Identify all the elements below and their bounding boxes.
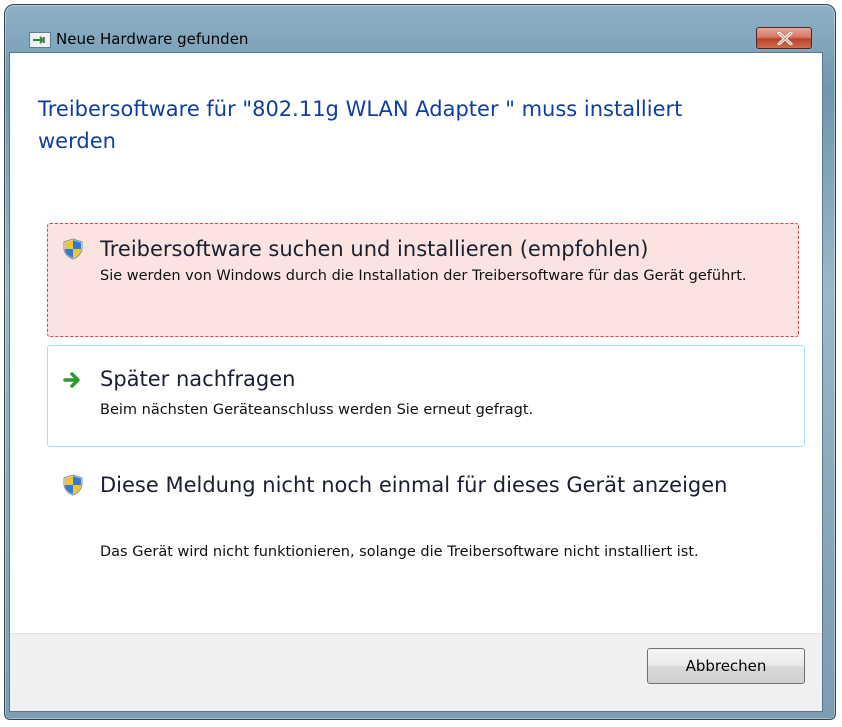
close-button[interactable] — [756, 27, 812, 49]
option-description: Beim nächsten Geräteanschluss werden Sie… — [100, 402, 534, 418]
uac-shield-icon — [62, 238, 84, 260]
window-title: Neue Hardware gefunden — [56, 30, 249, 48]
hardware-wizard-icon — [29, 32, 51, 48]
option-title: Diese Meldung nicht noch einmal für dies… — [100, 473, 728, 497]
option-ask-later[interactable]: Später nachfragen Beim nächsten Gerätean… — [47, 345, 805, 447]
green-arrow-icon — [62, 369, 84, 391]
option-description: Das Gerät wird nicht funktionieren, sola… — [100, 544, 699, 560]
dialog-content: Treibersoftware für "802.11g WLAN Adapte… — [9, 52, 823, 712]
option-title: Treibersoftware suchen und installieren … — [100, 237, 649, 261]
option-description: Sie werden von Windows durch die Install… — [100, 268, 747, 284]
option-dont-show-again[interactable]: Diese Meldung nicht noch einmal für dies… — [47, 455, 799, 605]
cancel-button[interactable]: Abbrechen — [647, 648, 805, 684]
page-heading: Treibersoftware für "802.11g WLAN Adapte… — [38, 97, 683, 153]
button-bar: Abbrechen — [10, 633, 822, 711]
close-icon — [777, 32, 793, 45]
option-title: Später nachfragen — [100, 367, 296, 391]
uac-shield-icon — [62, 474, 84, 496]
option-search-install[interactable]: Treibersoftware suchen und installieren … — [47, 223, 799, 337]
